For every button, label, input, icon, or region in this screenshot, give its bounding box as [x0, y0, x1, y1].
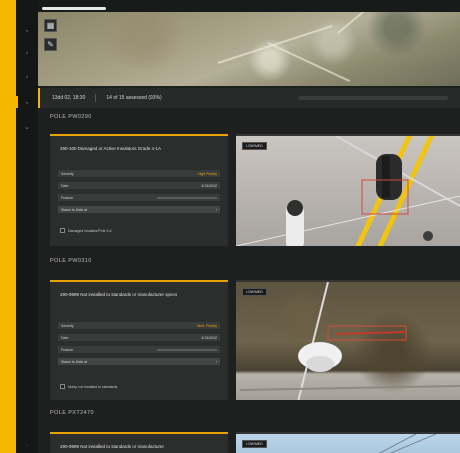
field-feature: Feature	[58, 346, 220, 353]
field-date: Date 4/13/2022	[58, 334, 220, 341]
insulator-illustration	[239, 282, 460, 400]
sidebar: ▫ ▫ ▫ ▫ ⌄ ·	[16, 0, 38, 453]
finding-card[interactable]: 290-100 Damaged or Active Insulators Gra…	[50, 134, 228, 246]
finding-checkbox[interactable]: Noisy, not installed to standards	[60, 384, 117, 389]
progress-text: 14 of 15 assessed (93%)	[106, 95, 162, 101]
chevron-right-icon: ›	[215, 207, 217, 212]
checkbox[interactable]	[60, 228, 65, 233]
left-accent-frame	[0, 0, 16, 453]
finding-title: 290-9999 Not installed to standards or m…	[60, 444, 165, 449]
finding-checkbox[interactable]: Damaged Insulator/Pole 9-4	[60, 228, 112, 233]
field-severity: Severity Med. Priority	[58, 322, 220, 329]
inspection-photo[interactable]: LOW/MED	[236, 280, 460, 400]
grid-icon[interactable]: ▫	[22, 26, 32, 36]
checkbox-label: Damaged Insulator/Pole 9-4	[68, 228, 112, 233]
insulator-illustration	[236, 136, 460, 246]
checkbox-label: Noisy, not installed to standards	[68, 384, 118, 389]
settings-icon[interactable]: ·	[22, 440, 32, 450]
loading-bar	[42, 7, 106, 10]
location-icon[interactable]: ▫	[22, 72, 32, 82]
checkbox[interactable]	[60, 384, 65, 389]
section-title: POLE PW0290	[50, 114, 92, 120]
finding-card[interactable]: 290-9999 Not installed to standards or m…	[50, 280, 228, 400]
map-layers-button[interactable]: ▦	[44, 19, 57, 32]
layers-icon: ▦	[46, 21, 55, 30]
chevron-right-icon: ›	[215, 359, 217, 364]
status-select[interactable]: Status to Date at ›	[58, 206, 220, 213]
map-road	[337, 12, 400, 34]
capture-date: 13dd 02, 18:30	[52, 95, 86, 101]
satellite-map[interactable]	[38, 12, 460, 86]
field-severity: Severity High Priority	[58, 170, 220, 177]
target-icon[interactable]: ▫	[22, 98, 32, 108]
inspection-photo[interactable]: LOW/MED	[236, 432, 460, 453]
map-edit-button[interactable]: ✎	[44, 38, 57, 51]
finding-title: 290-100 Damaged or Active Insulators Gra…	[60, 146, 162, 151]
timeline-scrubber[interactable]	[298, 96, 448, 100]
power-line-illustration	[378, 434, 437, 453]
finding-title: 290-9999 Not installed to standards or m…	[60, 292, 178, 297]
section-title: POLE PXT2470	[50, 410, 94, 416]
field-feature: Feature	[58, 194, 220, 201]
chart-icon[interactable]: ⌄	[22, 122, 32, 132]
divider	[95, 94, 97, 102]
status-select[interactable]: Status to Date at ›	[58, 358, 220, 365]
top-bar	[38, 0, 460, 12]
layers-icon[interactable]: ▫	[22, 48, 32, 58]
edit-icon: ✎	[47, 40, 54, 49]
field-date: Date 4/13/2022	[58, 182, 220, 189]
map-road	[267, 42, 350, 82]
inspection-photo[interactable]: LOW/MED	[236, 134, 460, 246]
info-bar: 13dd 02, 18:30 14 of 15 assessed (93%)	[38, 88, 460, 108]
section-title: POLE PW0310	[50, 258, 92, 264]
sidebar-selection-indicator	[16, 96, 18, 108]
finding-card[interactable]: 290-9999 Not installed to standards or m…	[50, 432, 228, 453]
